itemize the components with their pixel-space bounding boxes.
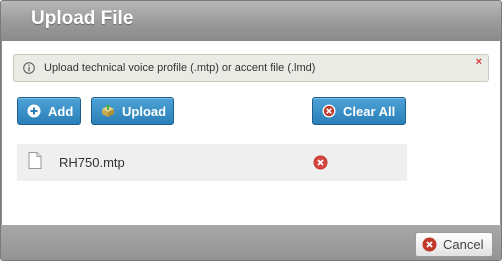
file-name: RH750.mtp — [59, 155, 125, 170]
dialog-content: Upload technical voice profile (.mtp) or… — [2, 41, 500, 225]
cancel-button-label: Cancel — [443, 237, 484, 252]
info-icon — [23, 62, 35, 74]
add-button-label: Add — [48, 103, 74, 119]
upload-button[interactable]: Upload — [91, 97, 174, 125]
plus-circle-icon — [27, 104, 41, 118]
remove-file-icon[interactable] — [313, 155, 328, 170]
info-message-box: Upload technical voice profile (.mtp) or… — [13, 54, 489, 82]
clear-all-button[interactable]: Clear All — [312, 97, 406, 125]
x-circle-icon — [322, 104, 336, 118]
clear-all-button-label: Clear All — [343, 103, 396, 119]
file-list-item: RH750.mtp — [17, 144, 407, 181]
info-close-icon[interactable]: × — [476, 56, 482, 68]
dialog-title: Upload File — [31, 8, 134, 29]
cancel-button[interactable]: Cancel — [415, 232, 493, 257]
upload-button-label: Upload — [122, 103, 167, 119]
x-circle-icon — [422, 237, 437, 252]
dialog-footer: Cancel — [1, 225, 501, 260]
dialog-titlebar[interactable]: Upload File — [1, 1, 501, 41]
document-icon — [28, 152, 42, 169]
info-message-text: Upload technical voice profile (.mtp) or… — [44, 62, 316, 74]
add-button[interactable]: Add — [17, 97, 81, 125]
upload-file-dialog: Upload File Upload technical voice profi… — [0, 0, 502, 261]
box-upload-icon — [102, 104, 114, 117]
